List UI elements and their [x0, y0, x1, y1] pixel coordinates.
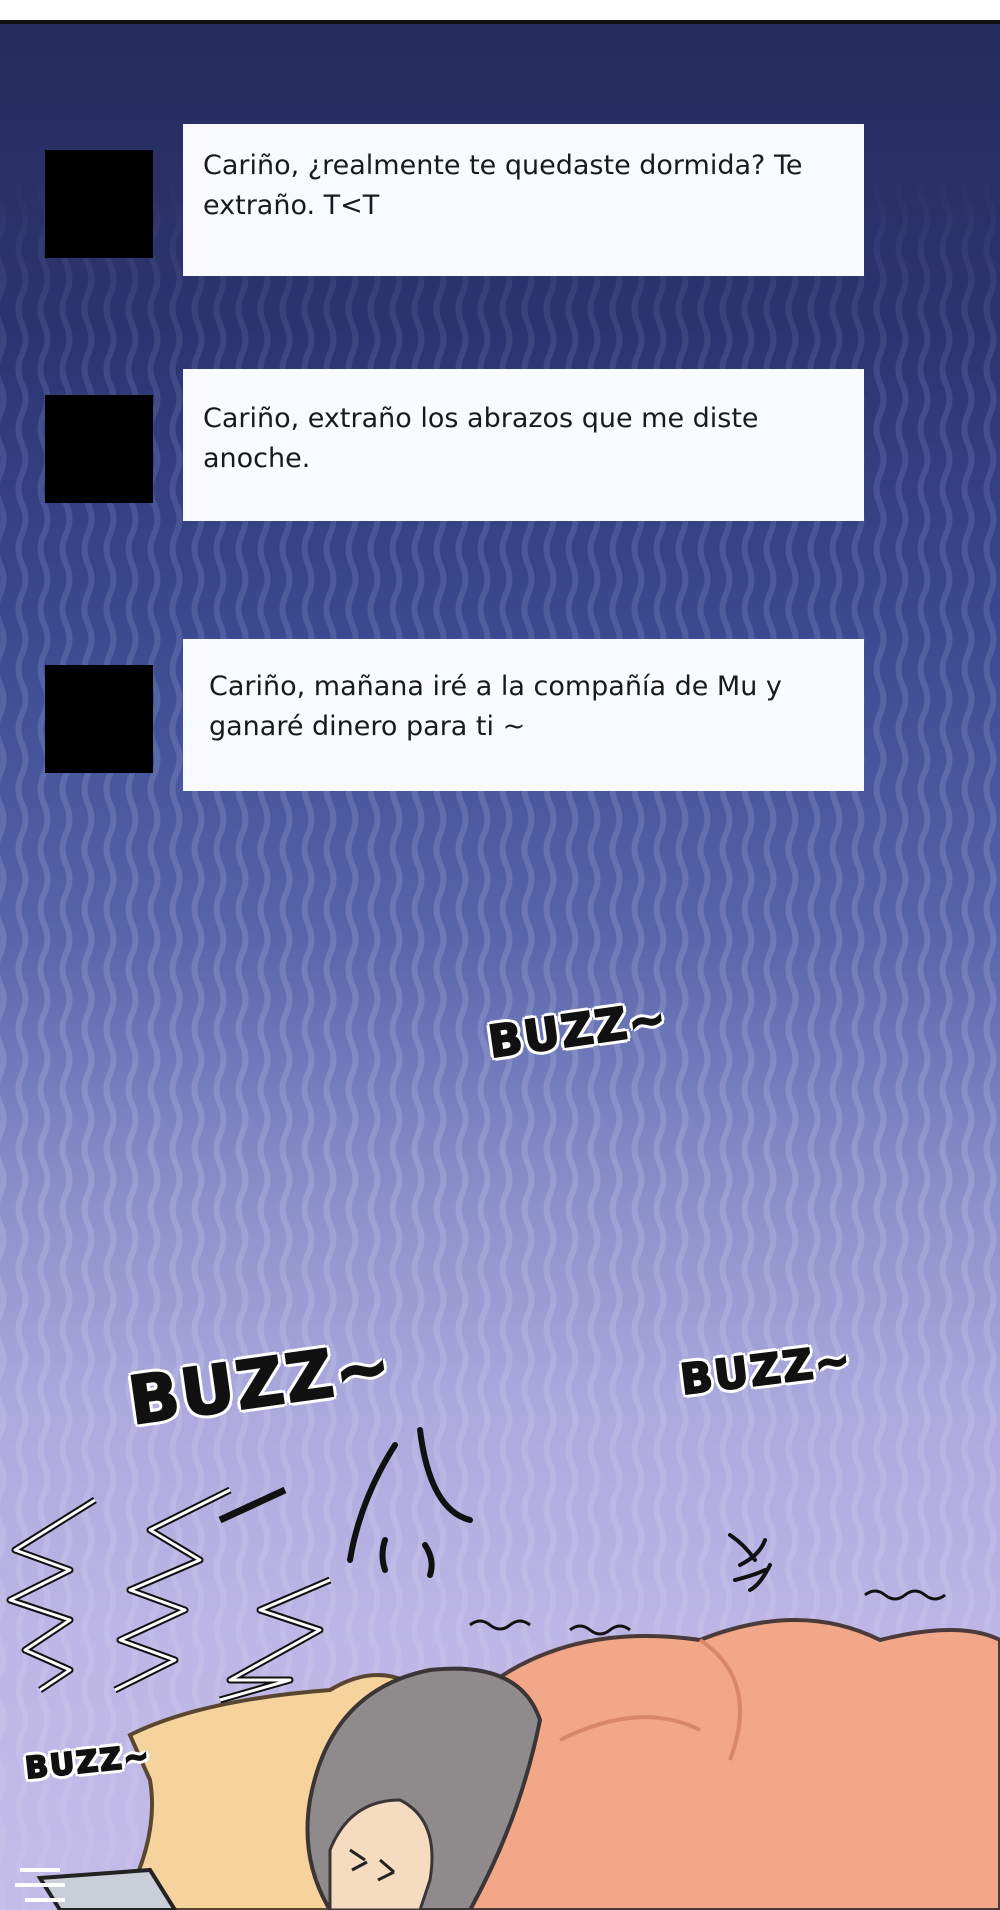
annoyance-lines: [347, 1427, 473, 1578]
phone: [36, 1867, 178, 1910]
sleeping-scene: [6, 1427, 1000, 1910]
anger-mark-icon: [728, 1533, 772, 1592]
snore-marks: [469, 1589, 946, 1636]
